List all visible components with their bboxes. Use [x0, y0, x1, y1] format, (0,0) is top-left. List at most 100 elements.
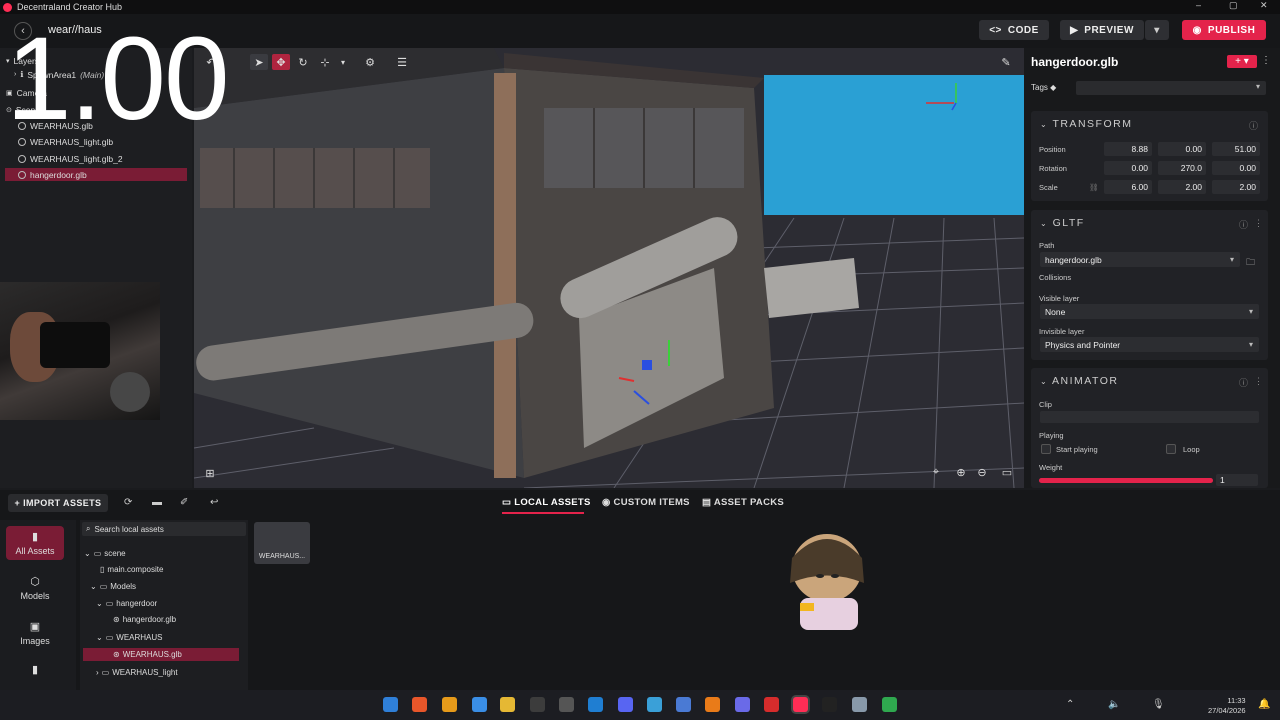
more-icon[interactable]: ⋮ — [1254, 218, 1263, 229]
help-icon[interactable]: ⓘ — [1239, 218, 1248, 231]
asset-file-wearhaus-glb[interactable]: ⊛ WEARHAUS.glb — [83, 648, 239, 661]
category-models[interactable]: ⬡ Models — [6, 571, 64, 605]
system-clock[interactable]: 11:33 27/04/2026 — [1208, 696, 1246, 716]
scale-x-input[interactable]: 6.00 — [1104, 180, 1152, 194]
app-icon[interactable] — [822, 697, 837, 712]
publish-button[interactable]: ◉ PUBLISH — [1182, 20, 1266, 40]
weight-slider[interactable] — [1039, 478, 1213, 483]
file-explorer-icon[interactable] — [500, 697, 515, 712]
asset-thumbnail-wearhaus[interactable]: WEARHAUS... — [254, 522, 310, 564]
entity-icon — [18, 154, 26, 163]
notification-bell-icon[interactable]: 🔔 — [1258, 699, 1270, 710]
blender-icon[interactable] — [705, 697, 720, 712]
loop-checkbox[interactable] — [1166, 444, 1176, 454]
position-z-input[interactable]: 51.00 — [1212, 142, 1260, 156]
gltf-title[interactable]: ⌄ GLTF — [1040, 217, 1085, 229]
category-other[interactable]: ▮ — [6, 656, 64, 682]
tab-custom-items[interactable]: ◉ CUSTOM ITEMS — [602, 497, 690, 508]
asset-file-hangerdoor-glb[interactable]: ⊛ hangerdoor.glb — [113, 613, 176, 626]
zoom-out-icon[interactable]: ⊖ — [973, 464, 991, 480]
category-all-assets[interactable]: ▮ All Assets — [6, 526, 64, 560]
start-menu-icon[interactable] — [383, 697, 398, 712]
tree-item-hangerdoor[interactable]: hangerdoor.glb — [5, 168, 187, 181]
position-x-input[interactable]: 8.88 — [1104, 142, 1152, 156]
app-icon[interactable] — [530, 697, 545, 712]
position-y-input[interactable]: 0.00 — [1158, 142, 1206, 156]
brave-browser-icon[interactable] — [412, 697, 427, 712]
layout-icon[interactable]: ☰ — [393, 54, 411, 70]
rotate-tool-icon[interactable]: ↻ — [294, 54, 312, 70]
invisible-layer-select[interactable]: Physics and Pointer ▾ — [1040, 337, 1259, 352]
preview-options-button[interactable]: ▾ — [1145, 20, 1169, 40]
focus-icon[interactable]: ⌖ — [927, 464, 945, 480]
mic-icon[interactable]: 🎙 — [1152, 699, 1165, 710]
creator-hub-taskbar-icon[interactable] — [793, 697, 808, 712]
app-icon[interactable] — [647, 697, 662, 712]
scale-z-input[interactable]: 2.00 — [1212, 180, 1260, 194]
minimize-button[interactable]: – — [1196, 0, 1201, 10]
app-icon[interactable] — [472, 697, 487, 712]
refresh-icon[interactable]: ⟳ — [124, 497, 132, 508]
tab-asset-packs[interactable]: ▤ ASSET PACKS — [702, 497, 784, 508]
scene-viewport[interactable] — [194, 48, 1024, 488]
link-scale-icon[interactable]: ⛓ — [1089, 183, 1099, 192]
asset-folder-hangerdoor[interactable]: ⌄ ▭ hangerdoor — [96, 597, 157, 610]
move-tool-icon[interactable]: ✥ — [272, 54, 290, 70]
add-component-button[interactable]: + ▾ — [1227, 55, 1257, 68]
tab-local-assets[interactable]: ▭ LOCAL ASSETS — [502, 497, 591, 508]
asset-folder-wearhaus[interactable]: ⌄ ▭ WEARHAUS — [96, 631, 163, 644]
tray-chevron-icon[interactable]: ⌃ — [1066, 699, 1074, 710]
volume-icon[interactable]: 🔈 — [1108, 699, 1120, 710]
maximize-button[interactable]: ▢ — [1229, 0, 1238, 11]
help-icon[interactable]: ⓘ — [1239, 376, 1248, 389]
rotation-z-input[interactable]: 0.00 — [1212, 161, 1260, 175]
vscode-icon[interactable] — [588, 697, 603, 712]
tree-item-wearhaus-light-2[interactable]: WEARHAUS_light.glb_2 — [18, 152, 186, 165]
app-icon[interactable] — [676, 697, 691, 712]
help-icon[interactable]: ⓘ — [1249, 119, 1258, 132]
scale-tool-icon[interactable]: ⊹ — [316, 54, 334, 70]
edit-pencil-icon[interactable]: ✎ — [997, 54, 1015, 70]
rotation-y-input[interactable]: 270.0 — [1158, 161, 1206, 175]
path-select[interactable]: hangerdoor.glb ▾ — [1040, 252, 1240, 267]
asset-folder-wearhaus-light[interactable]: › ▭ WEARHAUS_light — [96, 666, 178, 679]
visible-layer-select[interactable]: None ▾ — [1040, 304, 1259, 319]
start-playing-checkbox[interactable] — [1041, 444, 1051, 454]
asset-folder-scene[interactable]: ⌄ ▭ scene — [84, 547, 126, 560]
scale-y-input[interactable]: 2.00 — [1158, 180, 1206, 194]
close-window-button[interactable]: ✕ — [1260, 0, 1268, 11]
zoom-in-icon[interactable]: ⊕ — [952, 464, 970, 480]
terminal-icon[interactable] — [559, 697, 574, 712]
search-app-icon[interactable] — [442, 697, 457, 712]
code-button[interactable]: <> CODE — [979, 20, 1049, 40]
tags-select[interactable]: ▾ — [1076, 81, 1266, 95]
transform-title[interactable]: ⌄ TRANSFORM — [1040, 118, 1132, 130]
weight-input[interactable]: 1 — [1216, 474, 1258, 486]
folder-icon[interactable]: ▬ — [152, 497, 162, 508]
app-icon[interactable] — [735, 697, 750, 712]
clip-select[interactable] — [1040, 411, 1259, 423]
import-assets-button[interactable]: + IMPORT ASSETS — [8, 494, 108, 512]
settings-gear-icon[interactable]: ⚙ — [361, 54, 379, 70]
folder-icon: ▭ — [99, 582, 108, 591]
asset-folder-models[interactable]: ⌄ ▭ Models — [90, 580, 136, 593]
rotation-x-input[interactable]: 0.00 — [1104, 161, 1152, 175]
search-local-assets-input[interactable]: ⌕ Search local assets — [82, 522, 246, 536]
category-images[interactable]: ▣ Images — [6, 616, 64, 650]
asset-file-main-composite[interactable]: ▯ main.composite — [100, 563, 163, 576]
preview-button[interactable]: ▶ PREVIEW — [1060, 20, 1144, 40]
app-icon[interactable] — [852, 697, 867, 712]
more-icon[interactable]: ⋮ — [1254, 376, 1263, 387]
folder-icon[interactable]: 🗀 — [1246, 255, 1255, 271]
app-icon[interactable] — [764, 697, 779, 712]
entity-menu-icon[interactable]: ⋮ — [1261, 55, 1271, 66]
fullscreen-icon[interactable]: ▭ — [998, 464, 1016, 480]
animator-title[interactable]: ⌄ ANIMATOR — [1040, 375, 1119, 387]
discord-icon[interactable] — [618, 697, 633, 712]
chrome-icon[interactable] — [882, 697, 897, 712]
clean-brush-icon[interactable]: ✐ — [180, 497, 188, 508]
grid-toggle-icon[interactable]: ⊞ — [201, 465, 219, 481]
undo-icon[interactable]: ↩ — [210, 497, 218, 508]
tool-options-chevron-icon[interactable]: ▾ — [334, 54, 352, 70]
select-tool-icon[interactable]: ➤ — [250, 54, 268, 70]
